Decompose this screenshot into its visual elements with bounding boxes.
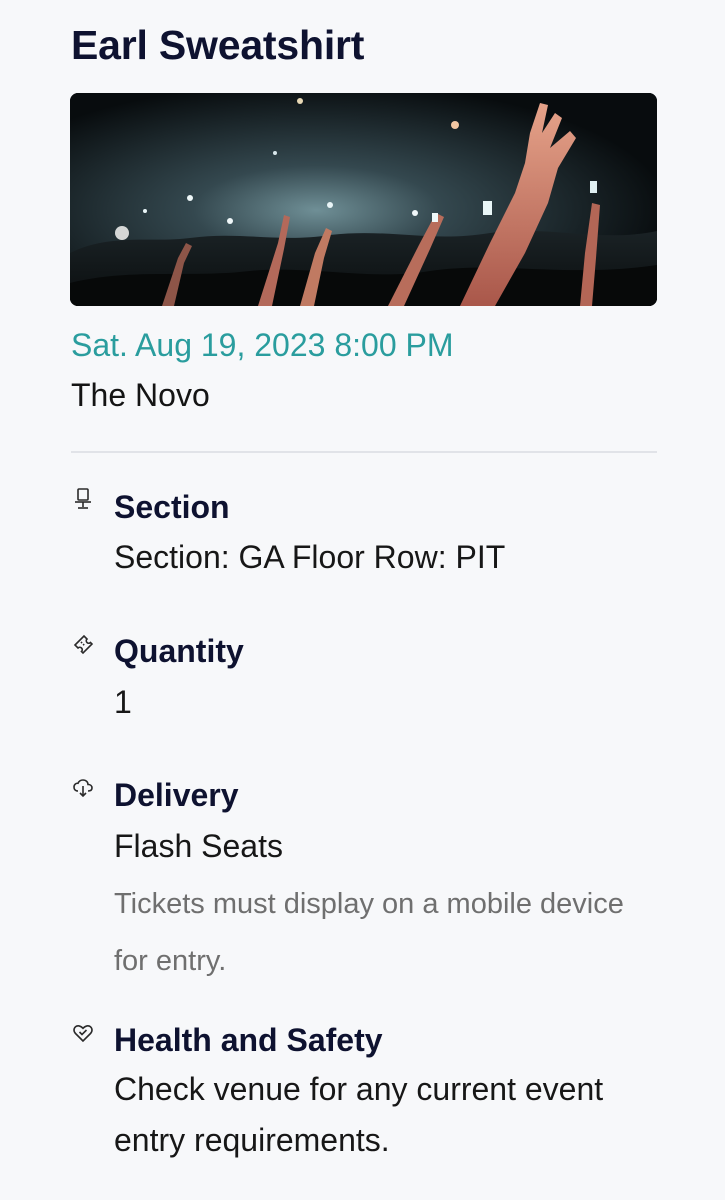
delivery-value: Flash Seats — [114, 828, 283, 864]
ticket-icon — [71, 632, 95, 656]
health-safety-value: Check venue for any current event entry … — [114, 1071, 604, 1158]
event-hero-image — [70, 93, 657, 306]
event-venue: The Novo — [71, 377, 210, 413]
event-title: Earl Sweatshirt — [71, 22, 365, 68]
delivery-note: Tickets must display on a mobile device … — [114, 888, 624, 977]
seat-icon — [71, 487, 95, 511]
divider — [71, 451, 657, 453]
delivery-label: Delivery — [114, 777, 239, 813]
heart-check-icon — [71, 1021, 95, 1045]
event-date-time: Sat. Aug 19, 2023 8:00 PM — [71, 327, 454, 363]
quantity-value: 1 — [114, 684, 132, 720]
health-safety-label: Health and Safety — [114, 1022, 383, 1058]
section-label: Section — [114, 489, 230, 525]
section-value: Section: GA Floor Row: PIT — [114, 539, 506, 575]
event-detail-page: Earl Sweatshirt Sat. Aug 19, 2023 8:00 P… — [0, 0, 725, 1200]
quantity-label: Quantity — [114, 633, 244, 669]
delivery-icon — [71, 776, 95, 800]
